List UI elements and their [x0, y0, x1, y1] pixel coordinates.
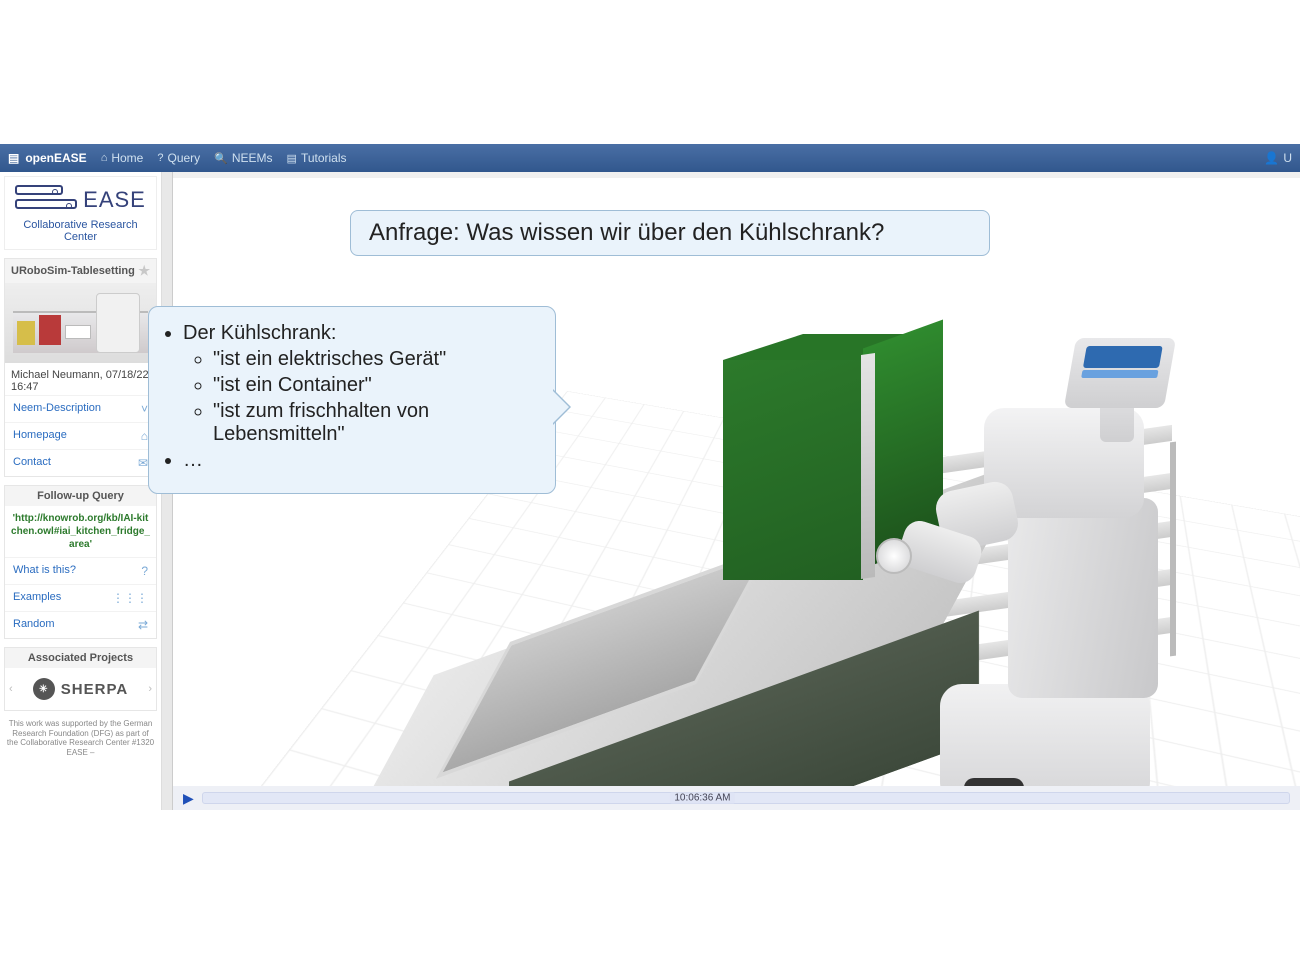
query-title-callout: Anfrage: Was wissen wir über den Kühlsch…: [350, 210, 990, 256]
answer-bullet-1: "ist ein elektrisches Gerät": [213, 348, 537, 371]
answer-bullet-3: "ist zum frischhalten von Lebensmitteln": [213, 400, 537, 446]
neem-meta: Michael Neumann, 07/18/22 16:47: [5, 363, 156, 395]
followup-header: Follow-up Query: [5, 486, 156, 506]
lnk-neem-desc-label: Neem-Description: [13, 402, 101, 416]
robot-pr2: [900, 378, 1200, 786]
brand-icon: ▤: [8, 151, 19, 165]
nav-user-label: U: [1283, 151, 1292, 165]
followup-url: 'http://knowrob.org/kb/IAI-kitchen.owl#i…: [5, 506, 156, 557]
user-icon: 👤: [1264, 151, 1279, 165]
nav-query[interactable]: ? Query: [157, 151, 200, 165]
answer-heading: Der Kühlschrank:: [183, 322, 336, 344]
nav-home-label: Home: [111, 151, 143, 165]
answer-trailing: …: [183, 449, 537, 472]
timeline-bar[interactable]: 10:06:36 AM: [202, 792, 1290, 804]
assoc-next[interactable]: ›: [148, 683, 152, 695]
nav-home[interactable]: ⌂ Home: [101, 151, 144, 165]
question-icon: ?: [157, 152, 163, 164]
fu-examples[interactable]: Examples ⋮⋮⋮: [5, 584, 156, 611]
assoc-project[interactable]: ✳ SHERPA: [33, 678, 128, 700]
timeline: ▶ 10:06:36 AM: [173, 786, 1300, 810]
nav-neems-label: NEEMs: [232, 151, 273, 165]
chevron-down-icon: ˅: [141, 402, 148, 416]
brand[interactable]: ▤ openEASE: [8, 151, 87, 165]
nav-tutorials-label: Tutorials: [301, 151, 347, 165]
home-icon: ⌂: [141, 429, 148, 443]
lnk-contact-label: Contact: [13, 456, 51, 470]
lnk-contact[interactable]: Contact ✉: [5, 449, 156, 476]
fu-what-label: What is this?: [13, 564, 76, 578]
lnk-homepage-label: Homepage: [13, 429, 67, 443]
fu-random[interactable]: Random ⇄: [5, 611, 156, 638]
followup-panel: Follow-up Query 'http://knowrob.org/kb/I…: [4, 485, 157, 639]
star-icon[interactable]: ★: [138, 263, 150, 279]
sherpa-seal-icon: ✳: [33, 678, 55, 700]
assoc-project-label: SHERPA: [61, 681, 128, 698]
neem-thumbnail[interactable]: [5, 283, 156, 363]
book-icon: ▤: [287, 152, 297, 165]
associated-panel: Associated Projects ‹ ✳ SHERPA ›: [4, 647, 157, 711]
fu-what[interactable]: What is this? ?: [5, 557, 156, 584]
question-icon: ?: [141, 564, 148, 578]
ease-logo: EASE: [15, 185, 146, 213]
fu-random-label: Random: [13, 618, 55, 632]
brand-label: openEASE: [25, 151, 86, 165]
nav-neems[interactable]: 🔍 NEEMs: [214, 151, 272, 165]
play-button[interactable]: ▶: [183, 790, 194, 807]
lnk-neem-desc[interactable]: Neem-Description ˅: [5, 395, 156, 422]
mail-icon: ✉: [138, 456, 148, 470]
shuffle-icon: ⇄: [138, 618, 148, 632]
timeline-timestamp: 10:06:36 AM: [670, 793, 734, 804]
nav-user[interactable]: 👤 U: [1264, 151, 1292, 165]
fridge-highlight: [723, 360, 903, 620]
query-title-text: Anfrage: Was wissen wir über den Kühlsch…: [369, 219, 884, 246]
nav-tutorials[interactable]: ▤ Tutorials: [287, 151, 347, 165]
answer-speech-bubble: Der Kühlschrank: "ist ein elektrisches G…: [148, 306, 556, 494]
answer-bullet-2: "ist ein Container": [213, 374, 537, 397]
search-icon: 🔍: [214, 152, 228, 165]
ease-logo-box: EASE Collaborative Research Center: [4, 176, 157, 250]
nav-query-label: Query: [167, 151, 200, 165]
fu-examples-label: Examples: [13, 591, 61, 605]
grid-icon: ⋮⋮⋮: [112, 591, 148, 605]
home-icon: ⌂: [101, 152, 108, 164]
neem-panel: URoboSim-Tablesetting ★ Michael Neumann,…: [4, 258, 157, 477]
assoc-prev[interactable]: ‹: [9, 683, 13, 695]
sidebar-footer: This work was supported by the German Re…: [6, 719, 155, 757]
lnk-homepage[interactable]: Homepage ⌂: [5, 422, 156, 449]
associated-header: Associated Projects: [5, 648, 156, 668]
neem-panel-header: URoboSim-Tablesetting ★: [5, 259, 156, 283]
crc-label: Collaborative Research Center: [11, 219, 150, 243]
sidebar: EASE Collaborative Research Center URobo…: [0, 172, 162, 810]
navbar: ▤ openEASE ⌂ Home ? Query 🔍 NEEMs ▤ Tuto…: [0, 144, 1300, 172]
neem-title: URoboSim-Tablesetting: [11, 265, 135, 277]
